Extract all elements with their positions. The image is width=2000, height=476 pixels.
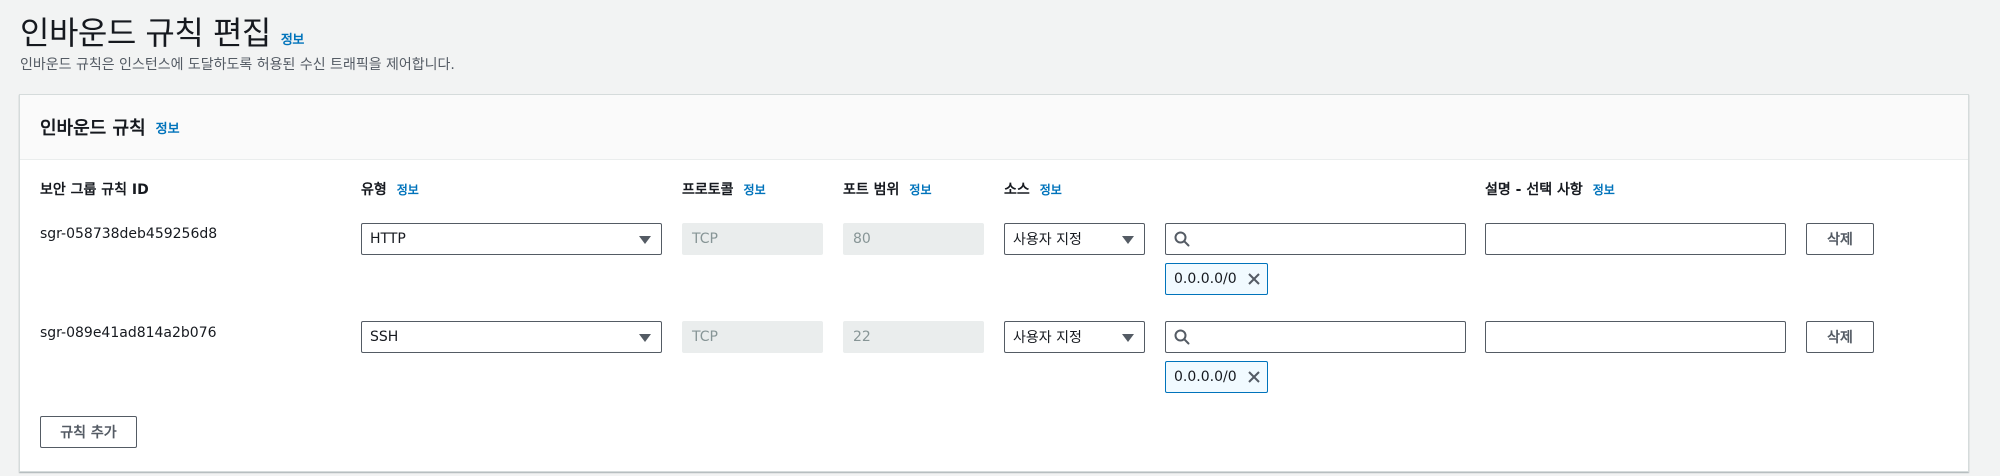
column-description: 설명 - 선택 사항 정보 (1485, 179, 1615, 199)
rule-type-value: SSH (370, 329, 399, 345)
cidr-token-label: 0.0.0.0/0 (1174, 369, 1237, 385)
page-info-link[interactable]: 정보 (281, 29, 304, 48)
caret-down-icon (1122, 334, 1134, 342)
search-icon (1174, 231, 1190, 247)
port-range-info-link[interactable]: 정보 (909, 181, 931, 198)
page-title-text: 인바운드 규칙 편집 (20, 14, 271, 52)
protocol-field: TCP (682, 223, 823, 255)
panel-header: 인바운드 규칙 정보 (20, 95, 1968, 160)
column-port-range-label: 포트 범위 (843, 182, 900, 198)
source-cidr-search[interactable] (1165, 321, 1466, 353)
column-protocol: 프로토콜 정보 (682, 179, 766, 199)
close-icon[interactable] (1247, 370, 1261, 384)
port-range-field: 22 (843, 321, 984, 353)
description-input[interactable] (1485, 321, 1786, 353)
rule-id: sgr-089e41ad814a2b076 (40, 325, 217, 341)
rule-type-select[interactable]: HTTP (361, 223, 662, 255)
type-info-link[interactable]: 정보 (397, 181, 419, 198)
inbound-rules-panel: 인바운드 규칙 정보 보안 그룹 규칙 ID 유형 정보 프로토콜 정보 포트 … (19, 94, 1969, 472)
column-port-range: 포트 범위 정보 (843, 179, 932, 199)
rule-id: sgr-058738deb459256d8 (40, 226, 218, 242)
column-rule-id: 보안 그룹 규칙 ID (40, 179, 149, 199)
caret-down-icon (639, 236, 651, 244)
panel-title: 인바운드 규칙 (40, 118, 146, 139)
source-type-select[interactable]: 사용자 지정 (1004, 223, 1145, 255)
protocol-info-link[interactable]: 정보 (744, 181, 766, 198)
column-rule-id-label: 보안 그룹 규칙 ID (40, 182, 149, 198)
rule-type-select[interactable]: SSH (361, 321, 662, 353)
cidr-token-label: 0.0.0.0/0 (1174, 271, 1237, 287)
cidr-token: 0.0.0.0/0 (1165, 361, 1268, 393)
column-source: 소스 정보 (1004, 179, 1062, 199)
source-cidr-search[interactable] (1165, 223, 1466, 255)
protocol-field: TCP (682, 321, 823, 353)
source-type-select[interactable]: 사용자 지정 (1004, 321, 1145, 353)
caret-down-icon (1122, 236, 1134, 244)
rule-type-value: HTTP (370, 231, 406, 247)
description-info-link[interactable]: 정보 (1593, 181, 1615, 198)
panel-info-link[interactable]: 정보 (156, 118, 180, 137)
column-protocol-label: 프로토콜 (682, 182, 734, 198)
cidr-token: 0.0.0.0/0 (1165, 263, 1268, 295)
description-input[interactable] (1485, 223, 1786, 255)
add-rule-button[interactable]: 규칙 추가 (40, 416, 137, 448)
page-description: 인바운드 규칙은 인스턴스에 도달하도록 허용된 수신 트래픽을 제어합니다. (20, 57, 455, 73)
column-type: 유형 정보 (361, 179, 419, 199)
source-info-link[interactable]: 정보 (1040, 181, 1062, 198)
page-title: 인바운드 규칙 편집 정보 (20, 8, 304, 54)
source-type-value: 사용자 지정 (1013, 330, 1082, 346)
port-range-field: 80 (843, 223, 984, 255)
column-source-label: 소스 (1004, 182, 1030, 198)
source-type-value: 사용자 지정 (1013, 232, 1082, 248)
column-type-label: 유형 (361, 182, 387, 198)
search-icon (1174, 329, 1190, 345)
delete-rule-button[interactable]: 삭제 (1806, 223, 1874, 255)
close-icon[interactable] (1247, 272, 1261, 286)
column-description-label: 설명 - 선택 사항 (1485, 182, 1583, 198)
delete-rule-button[interactable]: 삭제 (1806, 321, 1874, 353)
caret-down-icon (639, 334, 651, 342)
